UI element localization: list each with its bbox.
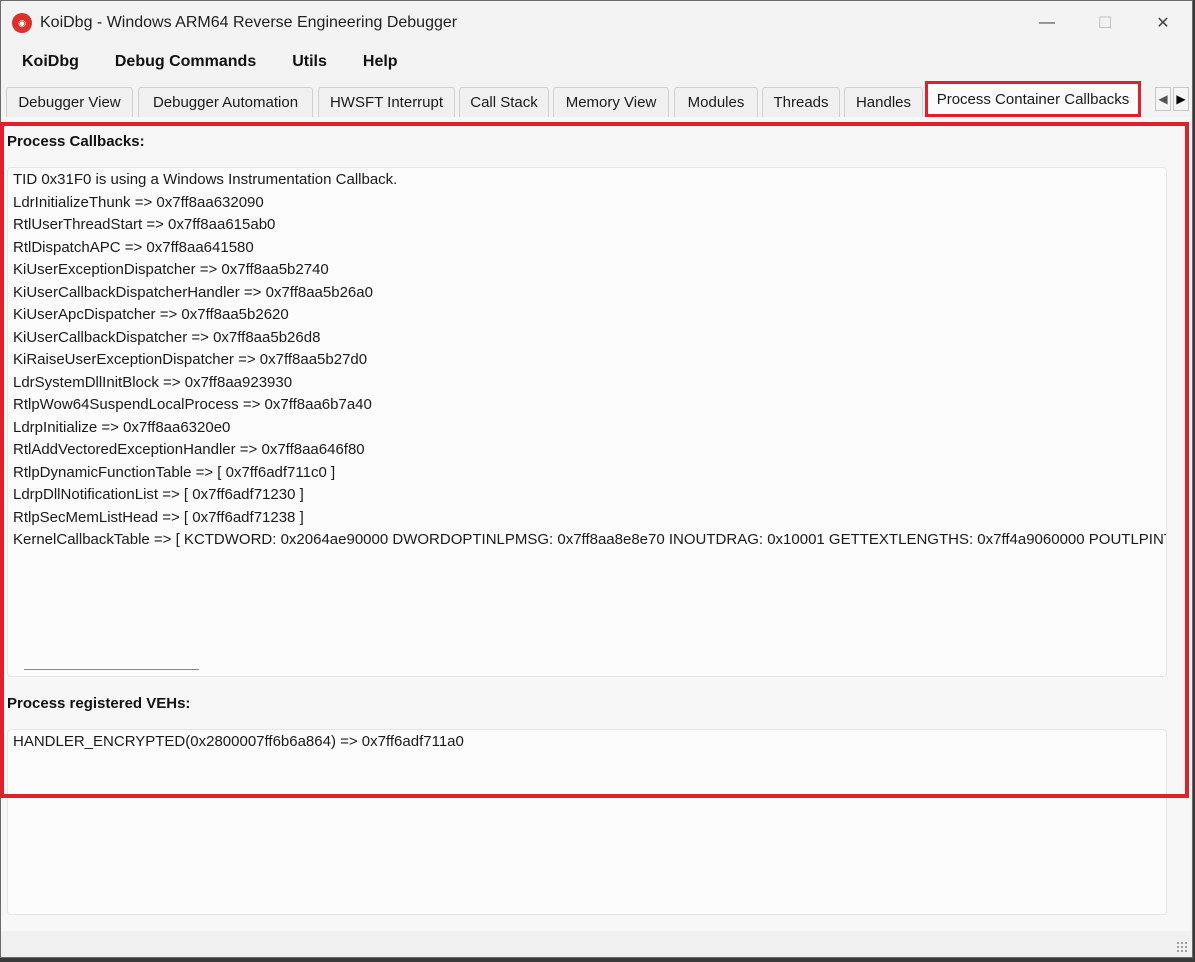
tab-threads[interactable]: Threads xyxy=(762,87,840,117)
process-vehs-textbox[interactable]: HANDLER_ENCRYPTED(0x2800007ff6b6a864) =>… xyxy=(7,729,1167,915)
process-callbacks-textbox[interactable]: TID 0x31F0 is using a Windows Instrument… xyxy=(7,167,1167,677)
callback-line: RtlDispatchAPC => 0x7ff8aa641580 xyxy=(13,238,254,256)
callback-line: KernelCallbackTable => [ KCTDWORD: 0x206… xyxy=(13,531,1167,548)
close-button[interactable]: ✕ xyxy=(1134,1,1192,45)
tab-bar: Debugger View Debugger Automation HWSFT … xyxy=(1,79,1192,117)
process-vehs-label: Process registered VEHs: xyxy=(7,695,191,712)
menu-bar: KoiDbg Debug Commands Utils Help xyxy=(1,45,1192,79)
callback-line: RtlpDynamicFunctionTable => [ 0x7ff6adf7… xyxy=(13,463,336,481)
tab-debugger-automation[interactable]: Debugger Automation xyxy=(138,87,313,117)
process-callbacks-label: Process Callbacks: xyxy=(7,133,145,150)
process-callbacks-lines: TID 0x31F0 is using a Windows Instrument… xyxy=(8,168,1166,552)
tab-modules[interactable]: Modules xyxy=(674,87,758,117)
menu-koidbg[interactable]: KoiDbg xyxy=(22,53,97,71)
tab-call-stack[interactable]: Call Stack xyxy=(459,87,549,117)
callback-line: KiUserCallbackDispatcherHandler => 0x7ff… xyxy=(13,283,373,301)
tab-hwsft-interrupt[interactable]: HWSFT Interrupt xyxy=(318,87,455,117)
process-vehs-lines: HANDLER_ENCRYPTED(0x2800007ff6b6a864) =>… xyxy=(8,730,1166,754)
callback-line: LdrpInitialize => 0x7ff8aa6320e0 xyxy=(13,418,231,436)
callback-line: RtlAddVectoredExceptionHandler => 0x7ff8… xyxy=(13,441,365,458)
main-window: ◉ KoiDbg - Windows ARM64 Reverse Enginee… xyxy=(0,0,1193,958)
callback-line: RtlpWow64SuspendLocalProcess => 0x7ff8aa… xyxy=(13,396,372,413)
status-bar xyxy=(1,931,1192,957)
minimize-button[interactable]: — xyxy=(1018,1,1076,45)
menu-debug-commands[interactable]: Debug Commands xyxy=(115,53,274,71)
tab-memory-view[interactable]: Memory View xyxy=(553,87,669,117)
callback-line: LdrInitializeThunk => 0x7ff8aa632090 xyxy=(13,193,264,211)
window-controls: — ☐ ✕ xyxy=(1018,1,1192,45)
menu-help[interactable]: Help xyxy=(363,53,416,71)
tab-scroll-left-icon[interactable]: ◀ xyxy=(1155,87,1171,111)
callback-line: KiRaiseUserExceptionDispatcher => 0x7ff8… xyxy=(13,351,368,368)
window-title: KoiDbg - Windows ARM64 Reverse Engineeri… xyxy=(40,14,458,31)
callback-line: KiUserExceptionDispatcher => 0x7ff8aa5b2… xyxy=(13,261,329,278)
resize-grip-icon[interactable] xyxy=(1176,941,1188,953)
tab-handles[interactable]: Handles xyxy=(844,87,923,117)
tab-scroll-right-icon[interactable]: ▶ xyxy=(1173,87,1189,111)
callback-line: RtlpSecMemListHead => [ 0x7ff6adf71238 ] xyxy=(13,508,304,526)
callback-line: LdrpDllNotificationList => [ 0x7ff6adf71… xyxy=(13,486,304,503)
callback-line: TID 0x31F0 is using a Windows Instrument… xyxy=(13,171,398,188)
veh-line: HANDLER_ENCRYPTED(0x2800007ff6b6a864) =>… xyxy=(13,733,464,750)
title-bar[interactable]: ◉ KoiDbg - Windows ARM64 Reverse Enginee… xyxy=(1,1,1192,45)
tab-process-container-callbacks[interactable]: Process Container Callbacks xyxy=(925,81,1141,117)
callback-line: KiUserCallbackDispatcher => 0x7ff8aa5b26… xyxy=(13,328,321,346)
callback-line: RtlUserThreadStart => 0x7ff8aa615ab0 xyxy=(13,216,276,233)
koi-fish-icon: ◉ xyxy=(12,13,32,33)
tab-debugger-view[interactable]: Debugger View xyxy=(6,87,133,117)
callback-line: KiUserApcDispatcher => 0x7ff8aa5b2620 xyxy=(13,306,289,323)
menu-utils[interactable]: Utils xyxy=(292,53,345,71)
callback-line: LdrSystemDllInitBlock => 0x7ff8aa923930 xyxy=(13,373,293,391)
maximize-button[interactable]: ☐ xyxy=(1076,1,1134,45)
tab-content: Process Callbacks: TID 0x31F0 is using a… xyxy=(1,117,1190,931)
horizontal-scrollbar[interactable] xyxy=(24,669,199,670)
